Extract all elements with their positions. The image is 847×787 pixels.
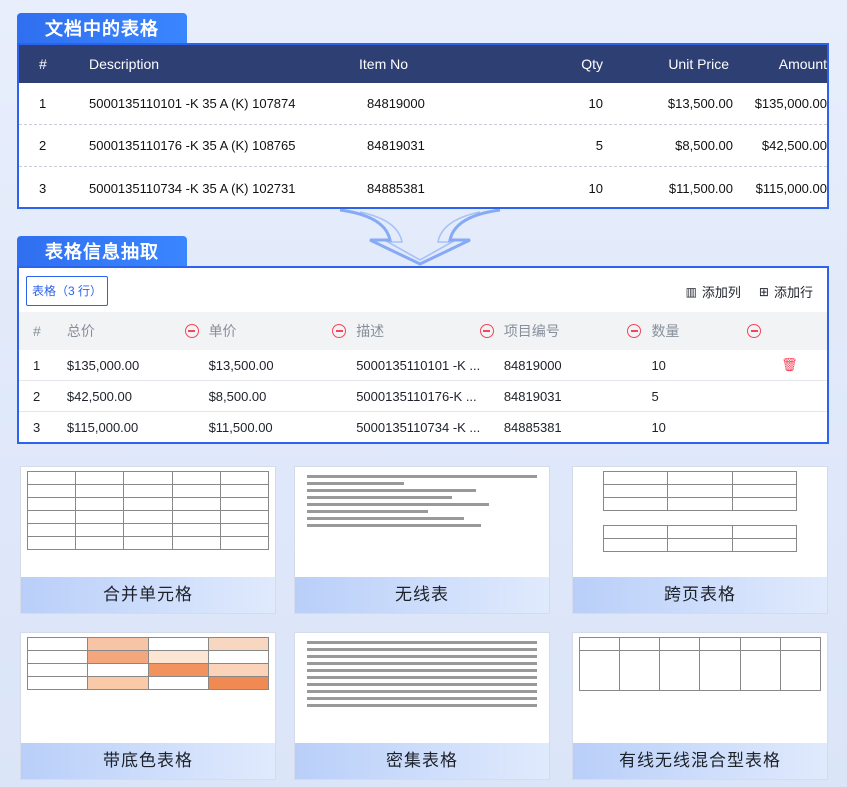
add-row-label: 添加行 <box>773 285 813 300</box>
col-header: Qty <box>581 56 603 72</box>
cell: 84819000 <box>367 96 425 111</box>
section-title-extraction: 表格信息抽取 <box>17 236 187 268</box>
remove-column-icon[interactable] <box>627 324 642 338</box>
cell: $42,500.00 <box>66 388 132 404</box>
cell: 5 <box>595 138 603 153</box>
cell: $11,500.00 <box>208 420 273 435</box>
thumbnail <box>301 637 543 737</box>
col-header-label: 单价 <box>208 323 237 339</box>
cell: 5 <box>651 388 659 404</box>
cell: 5000135110101 -K 35 A (K) 107874 <box>89 96 296 111</box>
extraction-table-header: # 总价 单价 描述 项目编号 数量 <box>19 312 827 350</box>
col-header-label: 总价 <box>66 323 95 339</box>
cell: 1 <box>33 357 41 373</box>
card-label: 密集表格 <box>295 743 549 779</box>
cell: 5000135110734 -K 35 A (K) 102731 <box>89 180 296 196</box>
cell: 10 <box>651 420 666 435</box>
delete-row-icon[interactable]: 🗑 <box>781 357 798 372</box>
cell: 84819031 <box>367 138 425 153</box>
sample-card-dense[interactable]: 密集表格 <box>294 632 550 780</box>
document-table-header: # Description Item No Qty Unit Price Amo… <box>19 45 827 83</box>
sample-card-cross-page[interactable]: 跨页表格 <box>572 466 828 614</box>
col-header: Amount <box>778 56 827 72</box>
cell: 84885381 <box>503 420 562 435</box>
col-header-qty: 数量 <box>651 321 771 341</box>
thumbnail <box>26 637 270 737</box>
cell: 84885381 <box>367 180 425 196</box>
thumbnail <box>578 637 822 737</box>
col-header: # <box>33 323 41 339</box>
document-table: # Description Item No Qty Unit Price Amo… <box>17 43 829 209</box>
cell: 84819031 <box>503 388 562 404</box>
cell: $135,000.00 <box>66 357 140 373</box>
cell: 3 <box>33 420 41 435</box>
cell: 2 <box>39 138 47 153</box>
sample-card-borderless[interactable]: 无线表 <box>294 466 550 614</box>
col-header: # <box>39 56 47 72</box>
col-header: Unit Price <box>668 56 729 72</box>
table-row: 1 $135,000.00 $13,500.00 5000135110101 -… <box>19 350 827 381</box>
cell: 5000135110101 -K ... <box>356 357 481 373</box>
col-header-label: 项目编号 <box>503 323 560 339</box>
cell: 1 <box>39 96 47 111</box>
card-label: 有线无线混合型表格 <box>573 743 827 779</box>
cell: $13,500.00 <box>667 96 733 111</box>
rows-icon: ⊞ <box>758 284 769 299</box>
col-header-unit-price: 单价 <box>209 321 357 341</box>
table-row: 3 5000135110734 -K 35 A (K) 102731 84885… <box>19 167 827 209</box>
thumbnail <box>579 471 821 571</box>
cell: 10 <box>588 96 603 111</box>
col-header-label: 描述 <box>356 323 385 339</box>
card-label: 合并单元格 <box>21 577 275 613</box>
thumbnail <box>26 471 270 571</box>
add-row-button[interactable]: ⊞ 添加行 <box>759 282 813 301</box>
cell: $13,500.00 <box>208 357 274 373</box>
cell: $8,500.00 <box>675 138 733 153</box>
remove-column-icon[interactable] <box>184 324 199 338</box>
cell: 10 <box>588 180 603 196</box>
down-arrow-icon <box>339 208 501 266</box>
col-header: Item No <box>359 56 409 72</box>
cell: 5000135110734 -K ... <box>356 420 481 435</box>
table-tab[interactable]: 表格（3 行） <box>26 276 108 306</box>
extraction-panel: 表格（3 行） ▥ 添加列 ⊞ 添加行 # 总价 单价 描述 项目编号 数量 1 $… <box>17 266 829 444</box>
remove-column-icon[interactable] <box>747 324 762 338</box>
cell: 5000135110176-K ... <box>356 388 477 404</box>
table-row: 2 $42,500.00 $8,500.00 5000135110176-K .… <box>19 381 827 412</box>
cell: 3 <box>39 180 47 196</box>
cell: $115,000.00 <box>66 420 139 435</box>
remove-column-icon[interactable] <box>332 324 347 338</box>
thumbnail <box>301 471 543 571</box>
table-row: 2 5000135110176 -K 35 A (K) 108765 84819… <box>19 125 827 167</box>
sample-card-shaded[interactable]: 带底色表格 <box>20 632 276 780</box>
col-header-description: 描述 <box>356 321 504 341</box>
card-label: 带底色表格 <box>21 743 275 779</box>
cell: $115,000.00 <box>755 180 827 196</box>
section-title-doc-table: 文档中的表格 <box>17 13 187 45</box>
add-column-button[interactable]: ▥ 添加列 <box>686 282 741 301</box>
cell: 2 <box>33 388 41 404</box>
remove-column-icon[interactable] <box>479 324 494 338</box>
columns-icon: ▥ <box>685 284 697 299</box>
card-label: 跨页表格 <box>573 577 827 613</box>
cell: $42,500.00 <box>761 138 827 153</box>
table-row: 1 5000135110101 -K 35 A (K) 107874 84819… <box>19 83 827 125</box>
card-label: 无线表 <box>295 577 549 613</box>
extraction-toolbar: 表格（3 行） ▥ 添加列 ⊞ 添加行 <box>19 268 827 312</box>
col-header: Description <box>89 56 160 72</box>
cell: $11,500.00 <box>668 180 733 196</box>
cell: 5000135110176 -K 35 A (K) 108765 <box>89 138 296 153</box>
sample-card-merged-cells[interactable]: 合并单元格 <box>20 466 276 614</box>
cell: $8,500.00 <box>208 388 267 404</box>
table-row: 3 $115,000.00 $11,500.00 5000135110734 -… <box>19 412 827 443</box>
cell: 10 <box>651 357 666 373</box>
col-header-label: 数量 <box>651 323 680 339</box>
col-header-total: 总价 <box>61 321 209 341</box>
cell: 84819000 <box>503 357 562 373</box>
col-header-item-no: 项目编号 <box>504 321 652 341</box>
add-column-label: 添加列 <box>701 285 741 300</box>
cell: $135,000.00 <box>754 96 827 111</box>
sample-card-mixed[interactable]: 有线无线混合型表格 <box>572 632 828 780</box>
